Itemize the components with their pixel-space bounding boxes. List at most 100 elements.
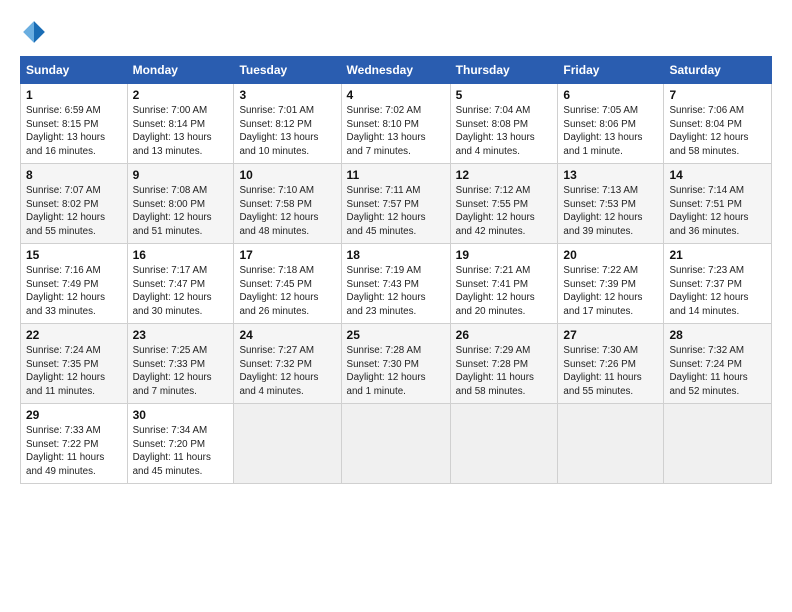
header — [20, 18, 772, 46]
calendar: SundayMondayTuesdayWednesdayThursdayFrid… — [20, 56, 772, 484]
day-number: 30 — [133, 408, 229, 422]
day-number: 18 — [347, 248, 445, 262]
calendar-cell: 16Sunrise: 7:17 AM Sunset: 7:47 PM Dayli… — [127, 244, 234, 324]
day-info: Sunrise: 7:08 AM Sunset: 8:00 PM Dayligh… — [133, 184, 229, 239]
day-number: 8 — [26, 168, 122, 182]
page: SundayMondayTuesdayWednesdayThursdayFrid… — [0, 0, 792, 612]
calendar-cell: 3 Sunrise: 7:01 AM Sunset: 8:12 PM Daylig… — [234, 84, 341, 164]
calendar-cell: 26Sunrise: 7:29 AM Sunset: 7:28 PM Dayli… — [450, 324, 558, 404]
calendar-cell: 14 Sunrise: 7:14 AM Sunset: 7:51 PM Dayli… — [664, 164, 772, 244]
day-number: 24 — [239, 328, 335, 342]
day-info: Sunrise: 7:34 AM Sunset: 7:20 PM Dayligh… — [133, 424, 229, 479]
weekday-header: Tuesday — [234, 57, 341, 84]
day-info: Sunrise: 7:02 AM Sunset: 8:10 PM Dayligh… — [347, 104, 445, 159]
calendar-cell: 29 Sunrise: 7:33 AM Sunset: 7:22 PM Dayli… — [21, 404, 128, 484]
day-number: 5 — [456, 88, 553, 102]
weekday-header-row: SundayMondayTuesdayWednesdayThursdayFrid… — [21, 57, 772, 84]
day-info: Sunrise: 7:18 AM Sunset: 7:45 PM Dayligh… — [239, 264, 335, 319]
calendar-cell: 22Sunrise: 7:24 AM Sunset: 7:35 PM Dayli… — [21, 324, 128, 404]
day-info: Sunrise: 7:21 AM Sunset: 7:41 PM Dayligh… — [456, 264, 553, 319]
day-info: Sunrise: 7:01 AM Sunset: 8:12 PM Dayligh… — [239, 104, 335, 159]
weekday-header: Sunday — [21, 57, 128, 84]
calendar-cell: 8 Sunrise: 7:07 AM Sunset: 8:02 PM Daylig… — [21, 164, 128, 244]
day-info: Sunrise: 7:00 AM Sunset: 8:14 PM Dayligh… — [133, 104, 229, 159]
day-info: Sunrise: 7:12 AM Sunset: 7:55 PM Dayligh… — [456, 184, 553, 239]
day-number: 1 — [26, 88, 122, 102]
day-number: 20 — [563, 248, 658, 262]
calendar-cell — [664, 404, 772, 484]
calendar-cell: 7 Sunrise: 7:06 AM Sunset: 8:04 PM Daylig… — [664, 84, 772, 164]
day-number: 28 — [669, 328, 766, 342]
calendar-cell: 21 Sunrise: 7:23 AM Sunset: 7:37 PM Dayli… — [664, 244, 772, 324]
day-number: 21 — [669, 248, 766, 262]
calendar-cell — [558, 404, 664, 484]
day-info: Sunrise: 7:19 AM Sunset: 7:43 PM Dayligh… — [347, 264, 445, 319]
calendar-cell: 20 Sunrise: 7:22 AM Sunset: 7:39 PM Dayli… — [558, 244, 664, 324]
day-number: 10 — [239, 168, 335, 182]
calendar-cell: 4 Sunrise: 7:02 AM Sunset: 8:10 PM Daylig… — [341, 84, 450, 164]
day-number: 3 — [239, 88, 335, 102]
day-info: Sunrise: 7:05 AM Sunset: 8:06 PM Dayligh… — [563, 104, 658, 159]
weekday-header: Monday — [127, 57, 234, 84]
day-info: Sunrise: 7:16 AM Sunset: 7:49 PM Dayligh… — [26, 264, 122, 319]
weekday-header: Friday — [558, 57, 664, 84]
day-info: Sunrise: 7:28 AM Sunset: 7:30 PM Dayligh… — [347, 344, 445, 399]
day-number: 22 — [26, 328, 122, 342]
day-info: Sunrise: 7:06 AM Sunset: 8:04 PM Dayligh… — [669, 104, 766, 159]
day-number: 4 — [347, 88, 445, 102]
calendar-cell: 12 Sunrise: 7:12 AM Sunset: 7:55 PM Dayli… — [450, 164, 558, 244]
day-info: Sunrise: 7:29 AM Sunset: 7:28 PM Dayligh… — [456, 344, 553, 399]
day-number: 13 — [563, 168, 658, 182]
day-info: Sunrise: 7:07 AM Sunset: 8:02 PM Dayligh… — [26, 184, 122, 239]
calendar-cell: 10Sunrise: 7:10 AM Sunset: 7:58 PM Dayli… — [234, 164, 341, 244]
day-number: 12 — [456, 168, 553, 182]
day-info: Sunrise: 7:32 AM Sunset: 7:24 PM Dayligh… — [669, 344, 766, 399]
day-number: 14 — [669, 168, 766, 182]
day-number: 27 — [563, 328, 658, 342]
day-info: Sunrise: 7:30 AM Sunset: 7:26 PM Dayligh… — [563, 344, 658, 399]
calendar-cell — [341, 404, 450, 484]
calendar-cell: 27 Sunrise: 7:30 AM Sunset: 7:26 PM Dayli… — [558, 324, 664, 404]
day-number: 16 — [133, 248, 229, 262]
logo-icon — [20, 18, 48, 46]
day-number: 15 — [26, 248, 122, 262]
calendar-week-row: 1 Sunrise: 6:59 AM Sunset: 8:15 PM Daylig… — [21, 84, 772, 164]
day-number: 25 — [347, 328, 445, 342]
day-number: 17 — [239, 248, 335, 262]
calendar-week-row: 15 Sunrise: 7:16 AM Sunset: 7:49 PM Dayli… — [21, 244, 772, 324]
weekday-header: Thursday — [450, 57, 558, 84]
day-number: 23 — [133, 328, 229, 342]
calendar-cell — [450, 404, 558, 484]
calendar-cell: 18 Sunrise: 7:19 AM Sunset: 7:43 PM Dayli… — [341, 244, 450, 324]
calendar-cell: 25 Sunrise: 7:28 AM Sunset: 7:30 PM Dayli… — [341, 324, 450, 404]
day-number: 7 — [669, 88, 766, 102]
calendar-cell: 15 Sunrise: 7:16 AM Sunset: 7:49 PM Dayli… — [21, 244, 128, 324]
day-info: Sunrise: 7:22 AM Sunset: 7:39 PM Dayligh… — [563, 264, 658, 319]
calendar-cell: 19Sunrise: 7:21 AM Sunset: 7:41 PM Dayli… — [450, 244, 558, 324]
calendar-cell: 24 Sunrise: 7:27 AM Sunset: 7:32 PM Dayli… — [234, 324, 341, 404]
calendar-week-row: 29 Sunrise: 7:33 AM Sunset: 7:22 PM Dayli… — [21, 404, 772, 484]
day-number: 6 — [563, 88, 658, 102]
calendar-cell: 28 Sunrise: 7:32 AM Sunset: 7:24 PM Dayli… — [664, 324, 772, 404]
day-number: 2 — [133, 88, 229, 102]
calendar-week-row: 8 Sunrise: 7:07 AM Sunset: 8:02 PM Daylig… — [21, 164, 772, 244]
calendar-cell: 2 Sunrise: 7:00 AM Sunset: 8:14 PM Daylig… — [127, 84, 234, 164]
day-info: Sunrise: 7:25 AM Sunset: 7:33 PM Dayligh… — [133, 344, 229, 399]
calendar-cell: 6 Sunrise: 7:05 AM Sunset: 8:06 PM Daylig… — [558, 84, 664, 164]
weekday-header: Wednesday — [341, 57, 450, 84]
day-info: Sunrise: 6:59 AM Sunset: 8:15 PM Dayligh… — [26, 104, 122, 159]
day-number: 9 — [133, 168, 229, 182]
day-number: 29 — [26, 408, 122, 422]
logo — [20, 18, 52, 46]
day-number: 11 — [347, 168, 445, 182]
calendar-cell: 9 Sunrise: 7:08 AM Sunset: 8:00 PM Daylig… — [127, 164, 234, 244]
calendar-cell: 17 Sunrise: 7:18 AM Sunset: 7:45 PM Dayli… — [234, 244, 341, 324]
calendar-cell: 13Sunrise: 7:13 AM Sunset: 7:53 PM Dayli… — [558, 164, 664, 244]
day-info: Sunrise: 7:23 AM Sunset: 7:37 PM Dayligh… — [669, 264, 766, 319]
day-info: Sunrise: 7:33 AM Sunset: 7:22 PM Dayligh… — [26, 424, 122, 479]
calendar-cell: 30 Sunrise: 7:34 AM Sunset: 7:20 PM Dayli… — [127, 404, 234, 484]
day-info: Sunrise: 7:14 AM Sunset: 7:51 PM Dayligh… — [669, 184, 766, 239]
day-info: Sunrise: 7:11 AM Sunset: 7:57 PM Dayligh… — [347, 184, 445, 239]
day-info: Sunrise: 7:04 AM Sunset: 8:08 PM Dayligh… — [456, 104, 553, 159]
day-info: Sunrise: 7:27 AM Sunset: 7:32 PM Dayligh… — [239, 344, 335, 399]
